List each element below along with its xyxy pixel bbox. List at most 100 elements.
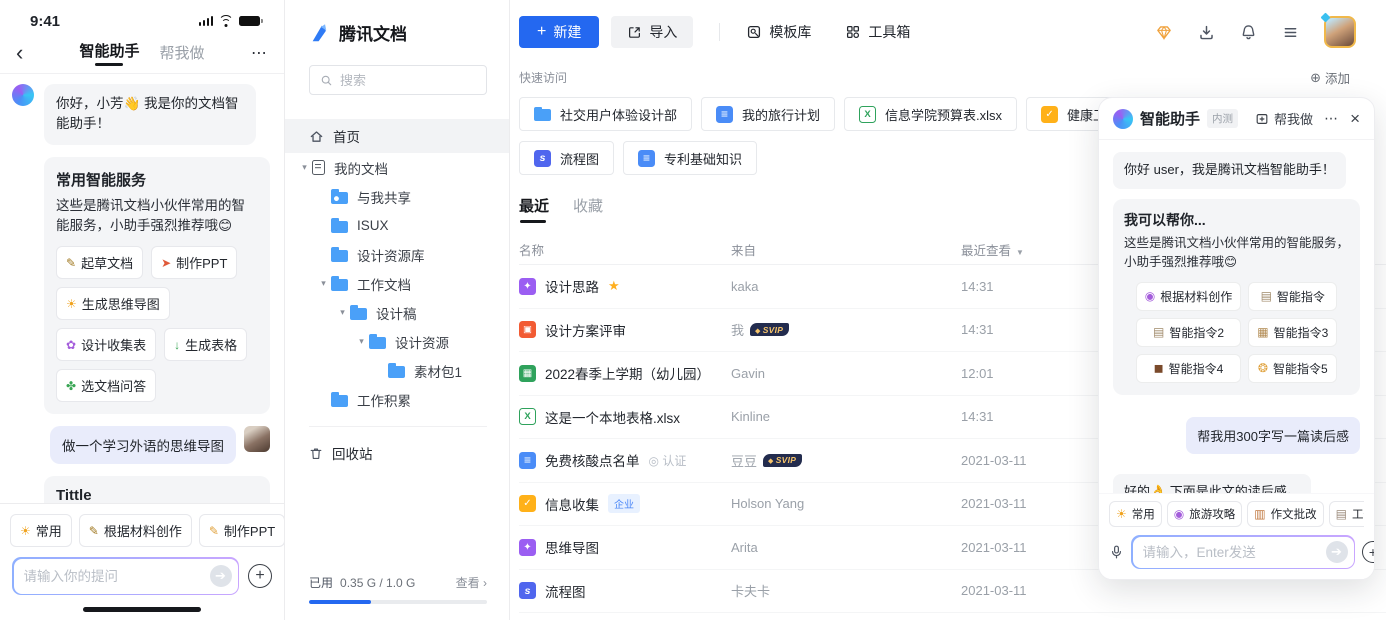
sidebar-item-home[interactable]: 首页	[285, 119, 509, 153]
chip-icon: ☀	[1116, 508, 1127, 520]
sidebar-item-trash[interactable]: 回收站	[285, 437, 509, 469]
download-icon[interactable]	[1198, 24, 1215, 41]
help-chip[interactable]: ◉ 根据材料创作	[1136, 282, 1242, 311]
signal-icon	[199, 16, 214, 26]
tab-assistant[interactable]: 智能助手	[79, 40, 139, 66]
file-owner: Gavin	[731, 366, 765, 381]
bell-icon[interactable]	[1240, 24, 1257, 41]
mobile-chat-area: 你好，小芳👋 我是你的文档智能助手！ 常用智能服务 这些是腾讯文档小伙伴常用的智…	[0, 74, 284, 503]
assistant-message: 你好，小芳👋 我是你的文档智能助手！	[44, 84, 256, 145]
quick-chip[interactable]: ✎根据材料创作	[79, 514, 192, 547]
mic-icon[interactable]	[1109, 544, 1124, 560]
search-box[interactable]	[309, 65, 487, 95]
chip-label: 根据材料创作	[1160, 288, 1232, 305]
file-name: 设计思路	[545, 276, 599, 296]
file-owner: 我	[731, 320, 744, 339]
chip-icon: ▤	[1261, 290, 1272, 302]
chip-icon: ▦	[1257, 326, 1268, 338]
back-icon[interactable]: ‹	[16, 42, 40, 64]
help-chip[interactable]: ▦智能指令3	[1248, 318, 1337, 347]
assistant-prompt-input[interactable]	[1143, 545, 1320, 560]
storage-view-link[interactable]: 查看 ›	[456, 574, 487, 591]
help-chip[interactable]: ❂智能指令5	[1248, 354, 1337, 383]
add-attachment-icon[interactable]: +	[248, 564, 272, 588]
quick-access-card[interactable]: 我的旅行计划	[701, 97, 835, 131]
send-icon[interactable]: ➔	[210, 565, 232, 587]
assistant-panel: 智能助手 内测 帮我做 ⋯ × 你好 user，我是腾讯文档智能助手！ 我可以帮…	[1098, 97, 1375, 580]
service-chip[interactable]: ➤制作PPT	[151, 246, 237, 279]
quick-chip[interactable]: ▥作文批改	[1247, 501, 1323, 527]
divider	[719, 23, 720, 41]
quick-chip[interactable]: ☀常用	[10, 514, 72, 547]
quick-chip[interactable]: ☀常用	[1109, 501, 1162, 527]
help-chip[interactable]: ◼智能指令4	[1136, 354, 1242, 383]
quick-chip[interactable]: ◉旅游攻略	[1167, 501, 1242, 527]
file-owner: 卡夫卡	[731, 581, 770, 600]
tree-item[interactable]: ▾ 工作文档	[285, 269, 509, 298]
chip-icon: ☀	[66, 298, 77, 310]
quick-access-card[interactable]: 社交用户体验设计部	[519, 97, 692, 131]
tab-recent[interactable]: 最近	[519, 195, 549, 223]
tab-favorites[interactable]: 收藏	[573, 195, 603, 223]
search-input[interactable]	[340, 73, 476, 88]
tree-item[interactable]: ▾ 我的文档	[285, 153, 509, 182]
add-attachment-icon[interactable]: +	[1362, 541, 1375, 563]
chip-icon: ◉	[1145, 290, 1155, 302]
tab-help-me-do[interactable]: 帮我做	[160, 42, 205, 63]
tree-item[interactable]: 素材包1	[285, 356, 509, 385]
service-chip[interactable]: ✎起草文档	[56, 246, 143, 279]
import-button[interactable]: 导入	[611, 16, 693, 48]
help-me-do-button[interactable]: 帮我做	[1255, 109, 1313, 128]
chip-label: 智能指令4	[1169, 360, 1224, 377]
collect-box-icon	[1255, 112, 1269, 126]
tree-item[interactable]: 工作积累	[285, 385, 509, 414]
mobile-bottom-bar: ☀常用 ✎根据材料创作 ✎制作PPT ↓生成表格 ➔ +	[0, 503, 284, 620]
tree-item[interactable]: 设计资源库	[285, 240, 509, 269]
quick-access-card[interactable]: 专利基础知识	[623, 141, 757, 175]
tree-item[interactable]: ▾ 设计资源	[285, 327, 509, 356]
column-name[interactable]: 名称	[519, 240, 731, 259]
column-from[interactable]: 来自	[731, 240, 961, 259]
folder-icon	[331, 189, 348, 204]
chip-label: 选文档问答	[81, 376, 146, 395]
mobile-prompt-input[interactable]	[24, 569, 204, 584]
folder-icon	[331, 247, 348, 262]
help-chip[interactable]: ▤智能指令	[1248, 282, 1337, 311]
new-button[interactable]: +新建	[519, 16, 599, 48]
quick-chip[interactable]: ▤工作周报	[1329, 501, 1364, 527]
tree-item[interactable]: 与我共享	[285, 182, 509, 211]
help-chip[interactable]: ▤智能指令2	[1136, 318, 1242, 347]
caret-icon[interactable]: ▾	[335, 307, 350, 318]
templates-button[interactable]: 模板库	[746, 22, 811, 42]
chip-label: 作文批改	[1271, 506, 1317, 522]
more-icon[interactable]: ⋯	[1324, 110, 1339, 127]
status-bar: 9:41	[0, 0, 284, 32]
star-icon[interactable]	[608, 277, 620, 295]
tree-item-label: 设计稿	[376, 303, 417, 323]
service-chip[interactable]: ☀生成思维导图	[56, 287, 170, 320]
quick-chip[interactable]: ✎制作PPT	[199, 514, 284, 547]
add-quick-access-button[interactable]: ⊕添加	[1310, 68, 1350, 87]
caret-icon[interactable]: ▾	[354, 336, 369, 347]
tree-item[interactable]: ISUX	[285, 211, 509, 240]
storage-progress-fill	[309, 600, 371, 604]
send-icon[interactable]: ➔	[1326, 541, 1348, 563]
caret-icon[interactable]: ▾	[316, 278, 331, 289]
toolbox-button[interactable]: 工具箱	[845, 22, 910, 42]
close-icon[interactable]: ×	[1350, 110, 1360, 127]
quick-access-card[interactable]: 流程图	[519, 141, 614, 175]
service-chip[interactable]: ↓生成表格	[164, 328, 247, 361]
quick-access-card[interactable]: 信息学院预算表.xlsx	[844, 97, 1017, 131]
tree-item[interactable]: ▾ 设计稿	[285, 298, 509, 327]
menu-icon[interactable]	[1282, 25, 1299, 40]
wifi-icon	[218, 15, 234, 27]
vip-diamond-icon[interactable]	[1155, 24, 1173, 41]
assistant-chat-area: 你好 user，我是腾讯文档智能助手！ 我可以帮你... 这些是腾讯文档小伙伴常…	[1099, 140, 1374, 493]
file-name: 2022春季上学期（幼儿园）	[545, 363, 710, 383]
quick-access-label: 流程图	[560, 149, 599, 168]
more-icon[interactable]: ⋯	[244, 43, 268, 63]
user-avatar[interactable]	[1324, 16, 1356, 48]
service-chip[interactable]: ✿设计收集表	[56, 328, 156, 361]
caret-icon[interactable]: ▾	[297, 162, 312, 173]
service-chip[interactable]: ✤选文档问答	[56, 369, 156, 402]
